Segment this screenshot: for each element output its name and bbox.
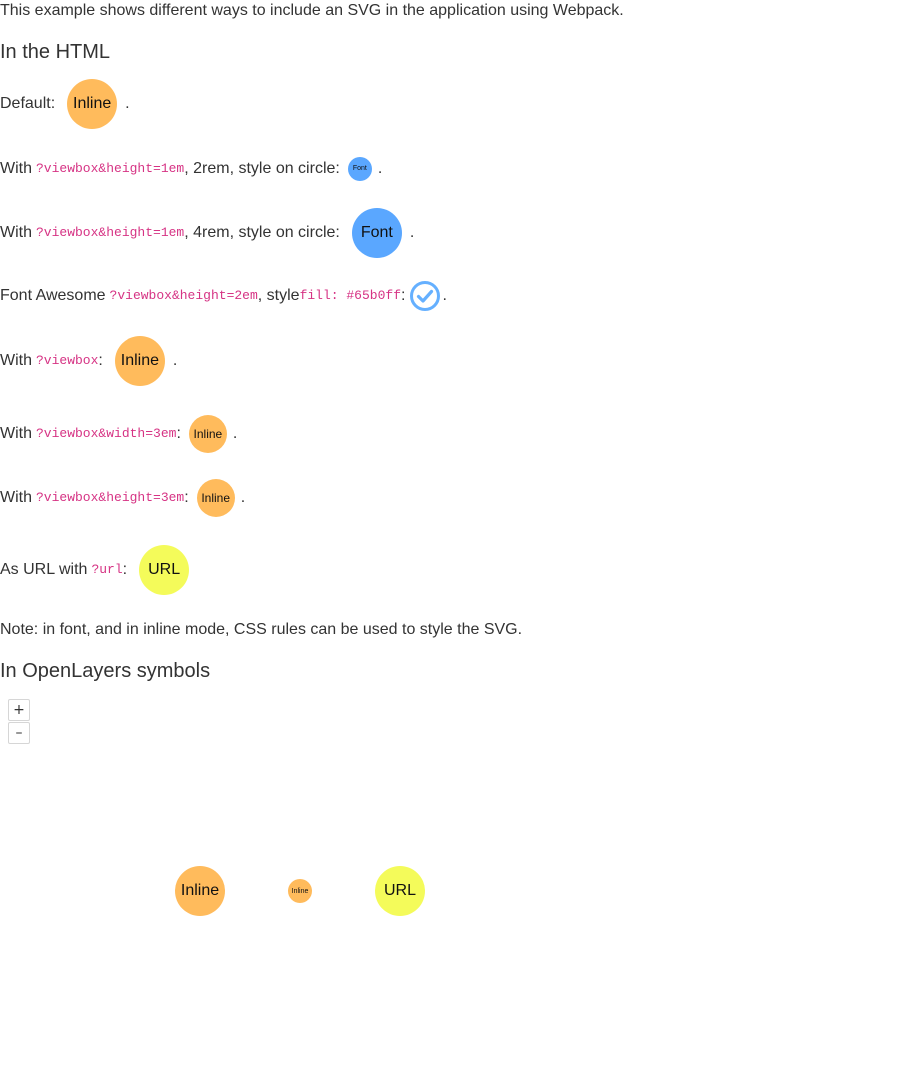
code-snippet: ?viewbox&height=3em xyxy=(36,490,185,505)
code-snippet: ?url xyxy=(91,562,123,577)
code-snippet: ?viewbox xyxy=(36,353,99,368)
check-circle-icon xyxy=(409,280,441,312)
section-title-openlayers: In OpenLayers symbols xyxy=(0,660,211,682)
map-symbol-inline-small[interactable]: Inline xyxy=(288,879,312,903)
row-viewbox-height: With ?viewbox&height=3em : Inline . xyxy=(0,479,245,517)
row-suffix: . xyxy=(125,95,130,112)
row-font-awesome: Font Awesome ?viewbox&height=2em , style… xyxy=(0,280,447,312)
inline-svg-circle: Inline xyxy=(114,336,165,386)
row-colon: : xyxy=(98,352,103,369)
code-snippet-fill: fill: #65b0ff xyxy=(299,288,401,303)
row-default: Default: Inline . xyxy=(0,79,130,129)
inline-svg-circle: Inline xyxy=(196,479,235,517)
zoom-in-button[interactable]: + xyxy=(8,699,30,721)
row-label: Font Awesome xyxy=(0,287,106,304)
row-label: With xyxy=(0,352,32,369)
map-symbol-inline[interactable]: Inline xyxy=(175,866,225,916)
row-label: As URL with xyxy=(0,561,88,578)
row-text: , 2rem, style on circle: xyxy=(184,160,340,177)
row-label: With xyxy=(0,224,32,241)
font-svg-circle: Font xyxy=(347,157,372,181)
url-svg-circle: URL xyxy=(139,545,190,595)
row-suffix: . xyxy=(232,425,238,442)
openlayers-map[interactable]: Inline Inline URL xyxy=(0,695,900,1080)
row-suffix: . xyxy=(442,287,447,304)
note-text: Note: in font, and in inline mode, CSS r… xyxy=(0,621,523,638)
code-snippet: ?viewbox&height=1em xyxy=(36,225,185,240)
row-font-2rem: With ?viewbox&height=1em , 2rem, style o… xyxy=(0,157,382,181)
code-snippet: ?viewbox&height=1em xyxy=(36,161,185,176)
row-colon: : xyxy=(122,561,128,578)
inline-svg-circle: Inline xyxy=(188,415,227,453)
row-colon: : xyxy=(401,287,406,304)
row-viewbox: With ?viewbox : Inline . xyxy=(0,336,177,386)
map-symbol-url[interactable]: URL xyxy=(375,866,425,916)
row-font-4rem: With ?viewbox&height=1em , 4rem, style o… xyxy=(0,208,414,258)
row-suffix: . xyxy=(377,160,383,177)
code-snippet: ?viewbox&width=3em xyxy=(36,426,177,441)
intro-text: This example shows different ways to inc… xyxy=(0,2,624,19)
zoom-out-button[interactable]: – xyxy=(8,722,30,744)
row-label: With xyxy=(0,489,32,506)
row-url: As URL with ?url : URL xyxy=(0,545,190,595)
row-suffix: . xyxy=(409,224,415,241)
row-colon: : xyxy=(176,425,181,442)
code-snippet: ?viewbox&height=2em xyxy=(109,288,258,303)
row-label: Default: xyxy=(0,95,56,112)
row-label: With xyxy=(0,160,32,177)
row-suffix: . xyxy=(240,489,246,506)
row-suffix: . xyxy=(172,352,178,369)
section-title-html: In the HTML xyxy=(0,41,111,63)
row-viewbox-width: With ?viewbox&width=3em : Inline . xyxy=(0,415,237,453)
font-svg-circle: Font xyxy=(351,208,402,258)
inline-svg-circle: Inline xyxy=(67,79,118,129)
row-label: With xyxy=(0,425,32,442)
row-text: , style xyxy=(257,287,300,304)
row-text: , 4rem, style on circle: xyxy=(184,224,340,241)
row-colon: : xyxy=(184,489,189,506)
